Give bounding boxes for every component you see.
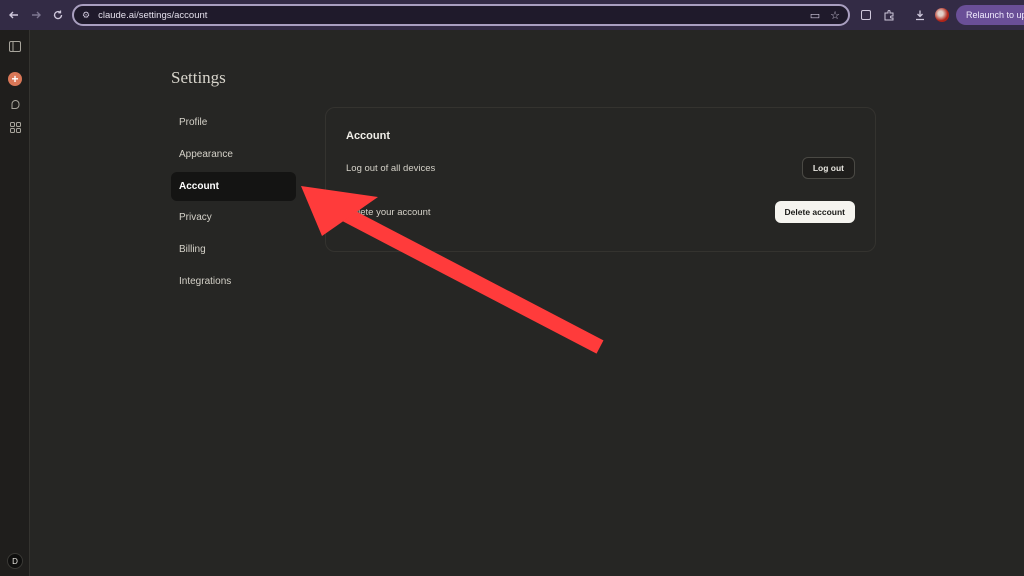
left-rail: + D bbox=[0, 30, 30, 576]
reload-icon[interactable] bbox=[47, 4, 69, 26]
url-text: claude.ai/settings/account bbox=[98, 9, 208, 21]
delete-account-label: Delete your account bbox=[346, 207, 431, 218]
nav-item-billing[interactable]: Billing bbox=[171, 235, 296, 264]
page-title: Settings bbox=[171, 68, 226, 87]
sidebar-toggle-icon[interactable] bbox=[8, 39, 22, 53]
account-card: Account Log out of all devices Log out D… bbox=[325, 107, 876, 252]
bookmark-star-icon[interactable]: ☆ bbox=[830, 9, 840, 22]
nav-item-integrations[interactable]: Integrations bbox=[171, 267, 296, 296]
logout-button[interactable]: Log out bbox=[801, 157, 855, 179]
back-icon[interactable] bbox=[3, 4, 25, 26]
chats-icon[interactable] bbox=[8, 97, 22, 111]
cast-icon[interactable]: ▭ bbox=[810, 9, 820, 22]
nav-item-appearance[interactable]: Appearance bbox=[171, 140, 296, 169]
relaunch-button[interactable]: Relaunch to upd bbox=[956, 5, 1024, 25]
delete-account-button[interactable]: Delete account bbox=[774, 201, 855, 223]
settings-nav: Profile Appearance Account Privacy Billi… bbox=[171, 108, 296, 299]
site-settings-icon[interactable]: ⚙ bbox=[82, 10, 90, 21]
nav-item-profile[interactable]: Profile bbox=[171, 108, 296, 137]
download-icon[interactable] bbox=[912, 7, 928, 23]
account-heading: Account bbox=[346, 130, 390, 142]
annotation-arrow bbox=[301, 186, 604, 354]
nav-item-account[interactable]: Account bbox=[171, 171, 296, 201]
logout-all-label: Log out of all devices bbox=[346, 163, 436, 174]
user-avatar[interactable]: D bbox=[7, 553, 23, 569]
profile-avatar-icon[interactable] bbox=[935, 8, 949, 22]
nav-item-privacy[interactable]: Privacy bbox=[171, 203, 296, 232]
browser-toolbar: ⚙ claude.ai/settings/account ▭ ☆ Relaunc… bbox=[0, 0, 1024, 30]
address-bar[interactable]: ⚙ claude.ai/settings/account ▭ ☆ bbox=[72, 4, 850, 26]
extensions-puzzle-icon[interactable] bbox=[881, 7, 897, 23]
new-chat-icon[interactable]: + bbox=[8, 72, 22, 86]
extension-icon[interactable] bbox=[858, 7, 874, 23]
forward-icon[interactable] bbox=[25, 4, 47, 26]
projects-icon[interactable] bbox=[8, 120, 22, 134]
